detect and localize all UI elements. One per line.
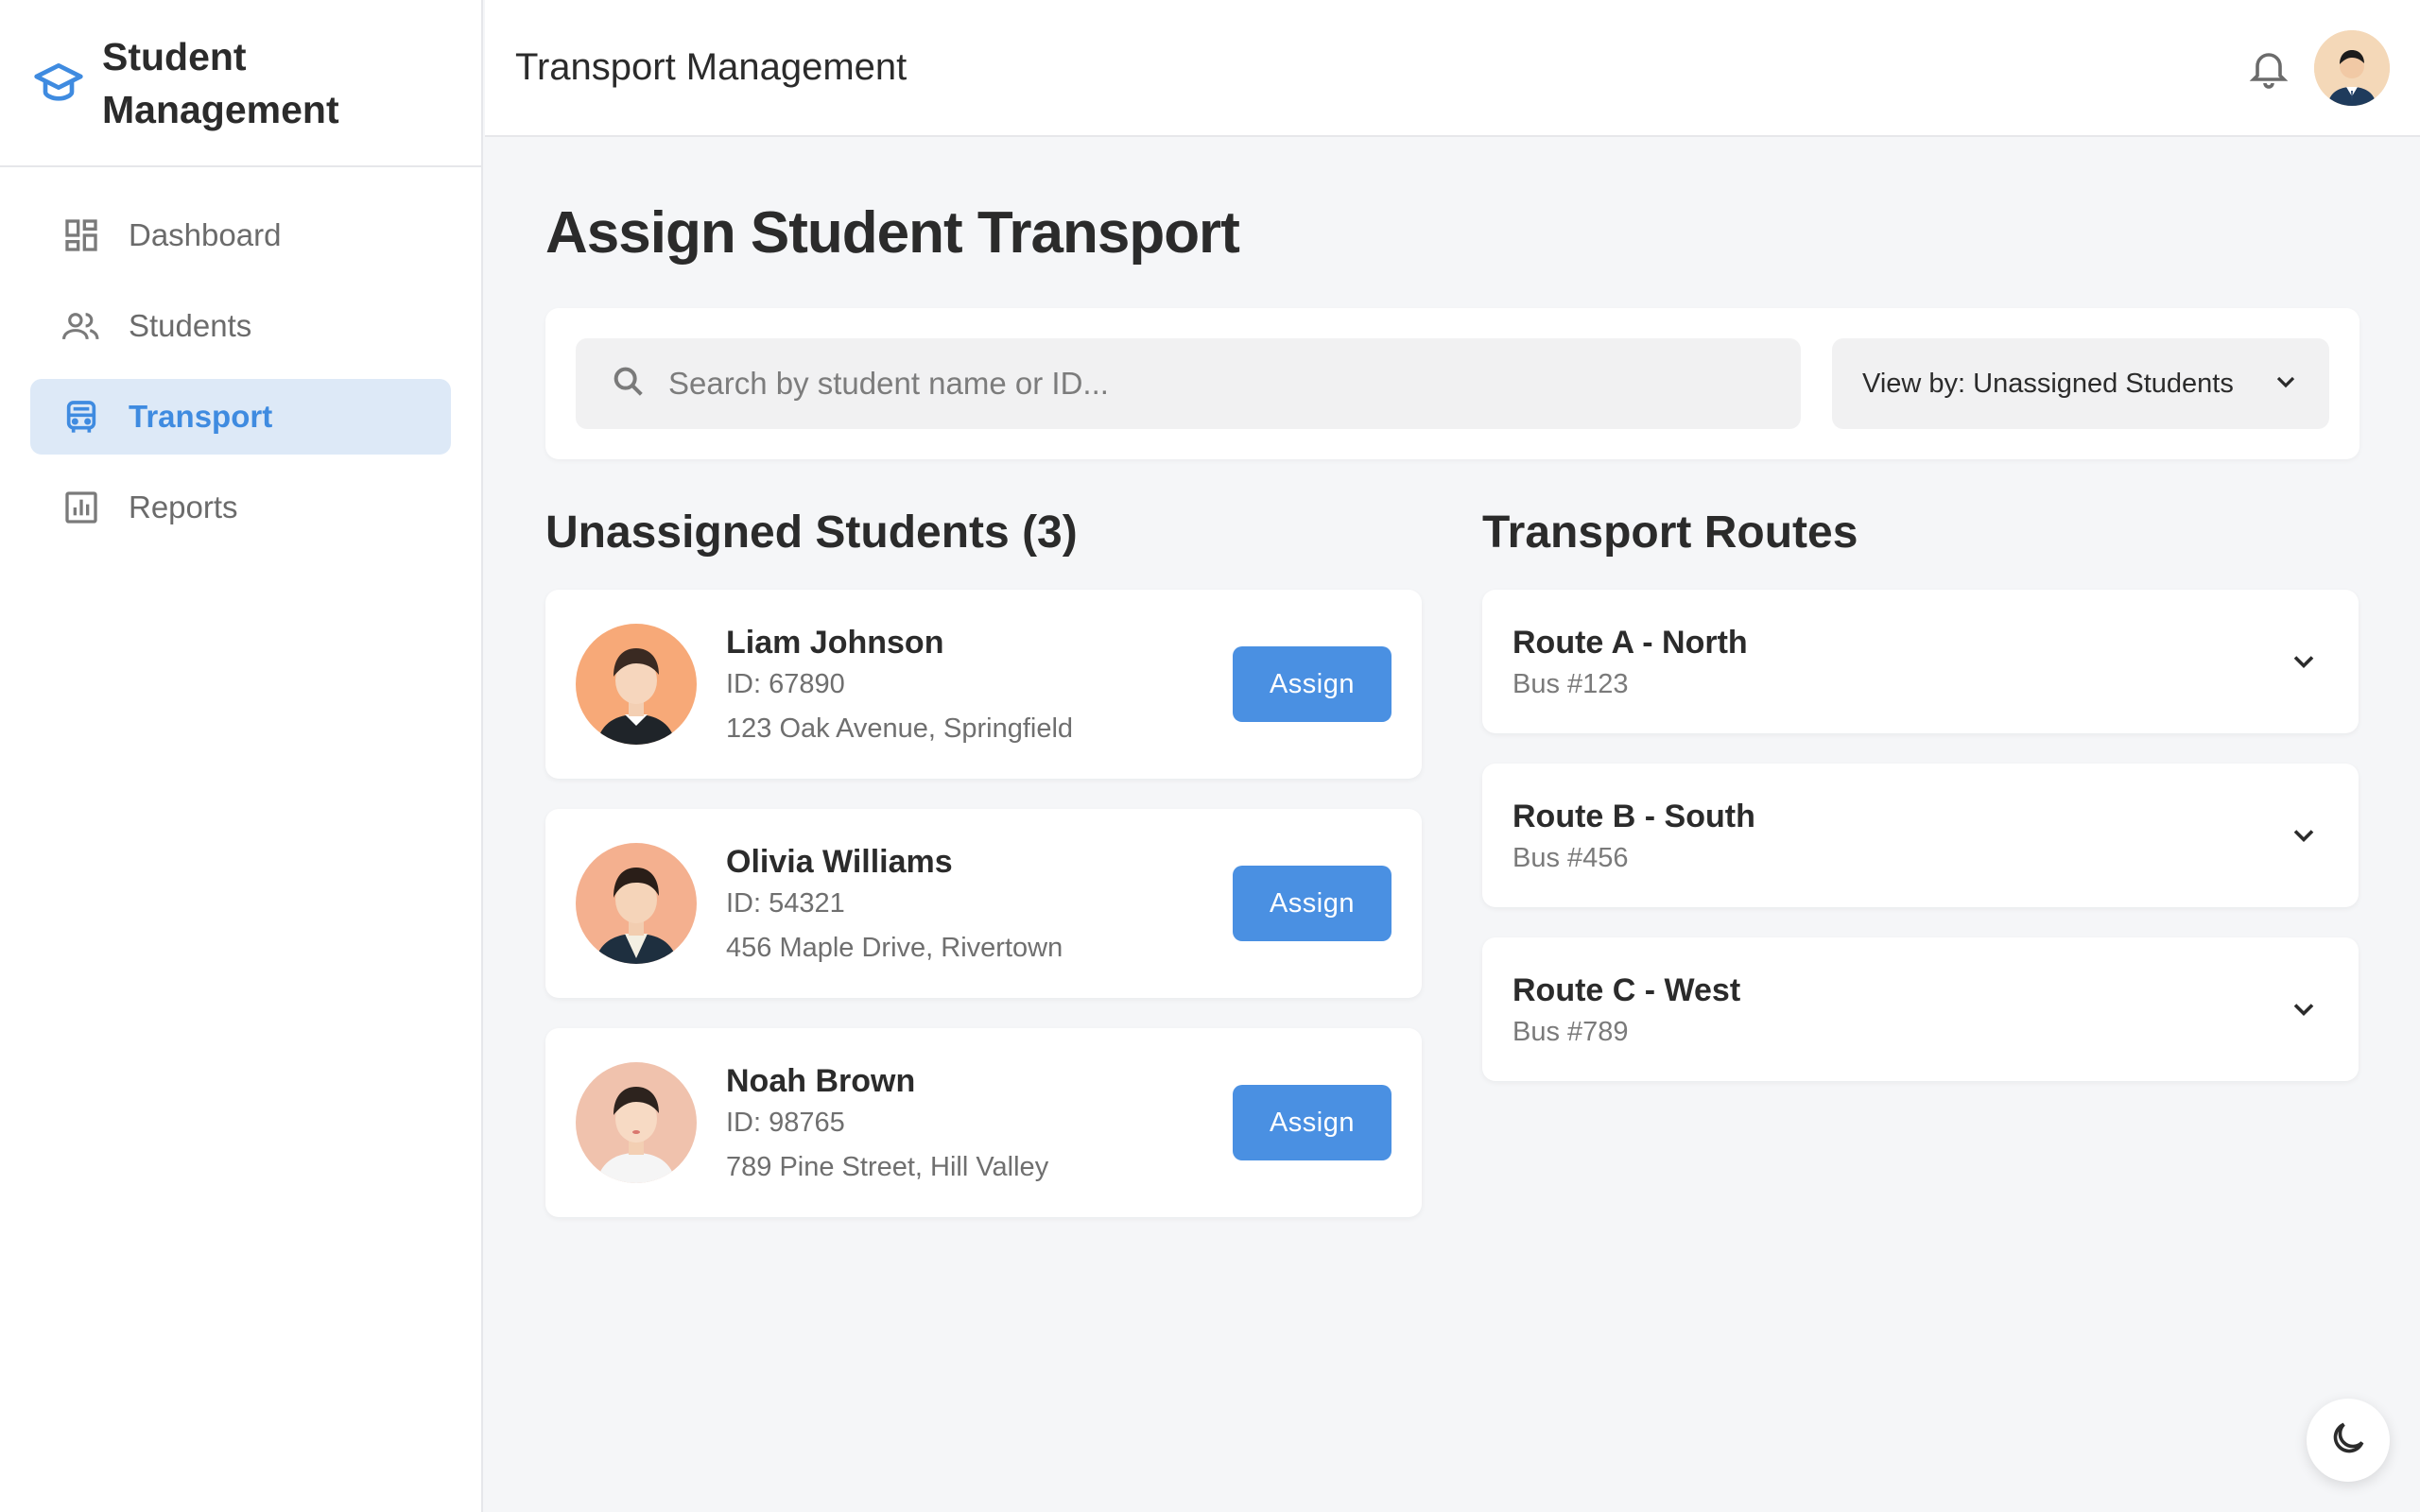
route-info: Route B - South Bus #456 xyxy=(1512,796,1755,879)
page-title: Assign Student Transport xyxy=(545,200,1240,266)
student-name: Olivia Williams xyxy=(726,844,953,880)
content-columns: Unassigned Students (3) Liam Johnson ID:… xyxy=(545,503,2360,1247)
student-avatar xyxy=(576,843,697,964)
main-content: Assign Student Transport View by: Unassi… xyxy=(545,137,2360,1247)
moon-icon xyxy=(2327,1418,2369,1464)
student-card: Noah Brown ID: 98765 789 Pine Street, Hi… xyxy=(545,1028,1422,1217)
chevron-down-icon xyxy=(2271,367,2301,404)
graduation-cap-icon xyxy=(32,57,85,110)
student-id: ID: 67890 xyxy=(726,669,845,699)
route-info: Route C - West Bus #789 xyxy=(1512,970,1740,1053)
route-bus: Bus #123 xyxy=(1512,669,1629,699)
student-info: Olivia Williams ID: 54321 456 Maple Driv… xyxy=(726,841,1063,971)
brand-title: Student Management xyxy=(102,34,339,131)
view-by-label: View by: Unassigned Students xyxy=(1862,368,2234,399)
search-icon xyxy=(610,363,648,405)
student-card: Olivia Williams ID: 54321 456 Maple Driv… xyxy=(545,809,1422,998)
view-by-select[interactable]: View by: Unassigned Students xyxy=(1832,338,2329,429)
sidebar-item-label: Students xyxy=(129,308,252,343)
assign-button[interactable]: Assign xyxy=(1233,646,1392,722)
chevron-down-icon[interactable] xyxy=(2287,644,2321,683)
assign-button[interactable]: Assign xyxy=(1233,1085,1392,1160)
chevron-down-icon[interactable] xyxy=(2287,992,2321,1031)
student-info: Noah Brown ID: 98765 789 Pine Street, Hi… xyxy=(726,1060,1048,1191)
sidebar: Student Management Dashboard Students Tr… xyxy=(0,0,483,1512)
assign-button[interactable]: Assign xyxy=(1233,866,1392,941)
student-address: 789 Pine Street, Hill Valley xyxy=(726,1152,1049,1182)
unassigned-students-section: Unassigned Students (3) Liam Johnson ID:… xyxy=(545,503,1422,1247)
user-avatar[interactable] xyxy=(2314,30,2390,106)
filter-bar: View by: Unassigned Students xyxy=(545,308,2360,459)
route-info: Route A - North Bus #123 xyxy=(1512,622,1748,705)
bell-icon[interactable] xyxy=(2246,45,2291,91)
student-id: ID: 98765 xyxy=(726,1108,845,1138)
sidebar-item-label: Dashboard xyxy=(129,217,282,252)
route-name: Route B - South xyxy=(1512,799,1755,834)
theme-toggle-button[interactable] xyxy=(2307,1399,2390,1482)
student-address: 456 Maple Drive, Rivertown xyxy=(726,933,1063,963)
student-address: 123 Oak Avenue, Springfield xyxy=(726,713,1074,744)
bar-chart-icon xyxy=(62,489,100,526)
student-card: Liam Johnson ID: 67890 123 Oak Avenue, S… xyxy=(545,590,1422,779)
transport-routes-title: Transport Routes xyxy=(1482,507,1858,558)
sidebar-item-transport[interactable]: Transport xyxy=(30,379,451,455)
student-info: Liam Johnson ID: 67890 123 Oak Avenue, S… xyxy=(726,622,1073,752)
chevron-down-icon[interactable] xyxy=(2287,818,2321,857)
route-card-b[interactable]: Route B - South Bus #456 xyxy=(1482,764,2359,907)
transport-routes-section: Transport Routes Route A - North Bus #12… xyxy=(1482,503,2359,1247)
route-card-a[interactable]: Route A - North Bus #123 xyxy=(1482,590,2359,733)
bus-icon xyxy=(62,398,100,436)
sidebar-item-label: Transport xyxy=(129,399,273,434)
search-box[interactable] xyxy=(576,338,1801,429)
users-icon xyxy=(62,307,100,345)
student-name: Noah Brown xyxy=(726,1063,916,1099)
sidebar-item-label: Reports xyxy=(129,490,238,524)
student-avatar xyxy=(576,624,697,745)
route-name: Route A - North xyxy=(1512,625,1748,661)
top-header: Transport Management xyxy=(485,0,2420,137)
student-name: Liam Johnson xyxy=(726,625,944,661)
sidebar-item-reports[interactable]: Reports xyxy=(30,470,451,545)
unassigned-students-title: Unassigned Students (3) xyxy=(545,507,1078,558)
header-title: Transport Management xyxy=(515,46,908,88)
route-name: Route C - West xyxy=(1512,972,1741,1008)
student-id: ID: 54321 xyxy=(726,888,845,919)
dashboard-icon xyxy=(62,216,100,254)
route-card-c[interactable]: Route C - West Bus #789 xyxy=(1482,937,2359,1081)
route-bus: Bus #789 xyxy=(1512,1017,1629,1047)
route-bus: Bus #456 xyxy=(1512,843,1629,873)
sidebar-item-students[interactable]: Students xyxy=(30,288,451,364)
sidebar-item-dashboard[interactable]: Dashboard xyxy=(30,198,451,273)
search-input[interactable] xyxy=(668,366,1708,402)
sidebar-nav: Dashboard Students Transport Reports xyxy=(0,167,481,591)
student-avatar xyxy=(576,1062,697,1183)
brand: Student Management xyxy=(0,0,481,167)
